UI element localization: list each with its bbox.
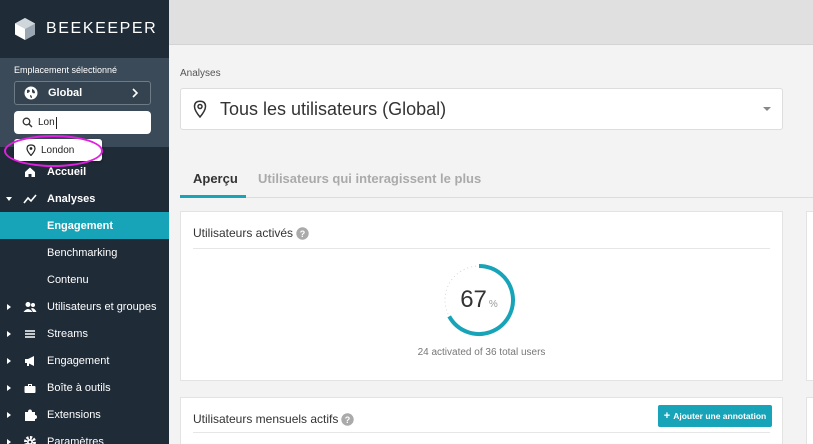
sidebar-item-label: Boîte à outils — [47, 381, 111, 394]
caret-right-icon — [7, 384, 11, 391]
sidebar-item-label: Paramètres — [47, 435, 104, 444]
side-card — [806, 397, 813, 444]
plus-icon: + — [663, 410, 671, 422]
sidebar-item-accueil[interactable]: Accueil — [0, 158, 169, 185]
add-annotation-label: Ajouter une annotation — [673, 411, 767, 421]
tab-bar: Aperçu Utilisateurs qui interagissent le… — [180, 162, 813, 198]
tab-top-users[interactable]: Utilisateurs qui interagissent le plus — [258, 171, 481, 186]
add-annotation-button[interactable]: + Ajouter une annotation — [658, 405, 772, 427]
card-title: Utilisateurs activés ? — [193, 226, 309, 240]
sidebar-nav: Accueil Analyses Engagement Benchmarking… — [0, 158, 169, 444]
trend-line-icon — [23, 193, 37, 203]
card-title-text: Utilisateurs mensuels actifs — [193, 412, 339, 426]
map-pin-icon — [26, 144, 36, 156]
sidebar-item-label: Streams — [47, 327, 88, 340]
home-icon — [25, 167, 35, 177]
sidebar-item-engagement-sub[interactable]: Engagement — [0, 212, 169, 239]
puzzle-icon — [25, 409, 37, 421]
caret-right-icon — [7, 330, 11, 337]
sidebar-item-label: Extensions — [47, 408, 101, 421]
caret-down-icon — [6, 196, 12, 201]
toolbox-icon — [24, 383, 36, 393]
brand[interactable]: BEEKEEPER — [0, 0, 169, 58]
location-selected: Global — [48, 87, 83, 99]
search-icon — [22, 117, 33, 128]
location-label: Emplacement sélectionné — [14, 65, 118, 75]
help-icon[interactable]: ? — [341, 412, 355, 426]
caret-right-icon — [7, 303, 11, 310]
suggestion-label: London — [41, 144, 75, 156]
sidebar-item-parametres[interactable]: Paramètres — [0, 428, 169, 444]
sidebar-item-analyses[interactable]: Analyses — [0, 185, 169, 212]
location-select[interactable]: Global — [14, 81, 151, 105]
dropdown-caret-icon — [763, 107, 771, 111]
sidebar-item-toolbox[interactable]: Boîte à outils — [0, 374, 169, 401]
filter-value: Tous les utilisateurs (Global) — [220, 98, 447, 119]
activated-users-card: Utilisateurs activés ? 67 % 24 activated… — [180, 211, 783, 381]
sidebar-item-streams[interactable]: Streams — [0, 320, 169, 347]
list-icon — [25, 329, 35, 338]
svg-text:?: ? — [345, 415, 351, 425]
svg-text:?: ? — [300, 229, 306, 239]
location-search-input[interactable]: Lon — [14, 111, 151, 134]
globe-icon — [24, 86, 38, 100]
sidebar: BEEKEEPER Emplacement sélectionné Global… — [0, 0, 169, 444]
sidebar-item-engagement[interactable]: Engagement — [0, 347, 169, 374]
users-icon — [23, 301, 37, 312]
brand-name: BEEKEEPER — [46, 20, 158, 37]
tab-apercu[interactable]: Aperçu — [180, 171, 246, 198]
help-icon[interactable]: ? — [296, 226, 309, 240]
caret-right-icon — [7, 438, 11, 444]
top-bar — [169, 0, 813, 45]
card-title-text: Utilisateurs activés — [193, 226, 294, 240]
map-pin-icon — [193, 100, 207, 118]
gear-icon — [24, 435, 36, 444]
sidebar-item-extensions[interactable]: Extensions — [0, 401, 169, 428]
gauge-caption: 24 activated of 36 total users — [417, 347, 546, 358]
divider — [193, 432, 770, 433]
caret-right-icon — [7, 411, 11, 418]
beekeeper-logo-icon — [15, 18, 35, 40]
sidebar-item-label: Contenu — [47, 273, 89, 286]
chevron-right-icon — [132, 88, 139, 98]
location-panel: Emplacement sélectionné Global Lon — [0, 58, 169, 147]
card-title: Utilisateurs mensuels actifs ? — [193, 412, 355, 426]
sidebar-item-label: Benchmarking — [47, 246, 118, 259]
megaphone-icon — [25, 355, 34, 366]
audience-filter-select[interactable]: Tous les utilisateurs (Global) — [180, 88, 783, 130]
sidebar-item-label: Analyses — [47, 192, 96, 205]
caret-right-icon — [7, 357, 11, 364]
sidebar-item-label: Utilisateurs et groupes — [47, 300, 157, 313]
sidebar-item-benchmarking[interactable]: Benchmarking — [0, 239, 169, 266]
sidebar-item-users-groups[interactable]: Utilisateurs et groupes — [0, 293, 169, 320]
gauge-percent: 67 — [460, 286, 487, 313]
search-value: Lon — [38, 117, 55, 128]
sidebar-item-contenu[interactable]: Contenu — [0, 266, 169, 293]
divider — [193, 248, 770, 249]
gauge-value: 67 % — [437, 258, 521, 342]
breadcrumb[interactable]: Analyses — [180, 68, 221, 79]
gauge-unit: % — [488, 298, 498, 310]
side-card — [806, 211, 813, 381]
monthly-active-users-card: Utilisateurs mensuels actifs ? + Ajouter… — [180, 397, 783, 444]
sidebar-item-label: Engagement — [47, 354, 110, 367]
sidebar-item-label: Accueil — [47, 165, 87, 178]
location-suggestion-london[interactable]: London — [14, 139, 102, 161]
text-caret — [55, 116, 57, 129]
sidebar-item-label: Engagement — [47, 219, 114, 232]
